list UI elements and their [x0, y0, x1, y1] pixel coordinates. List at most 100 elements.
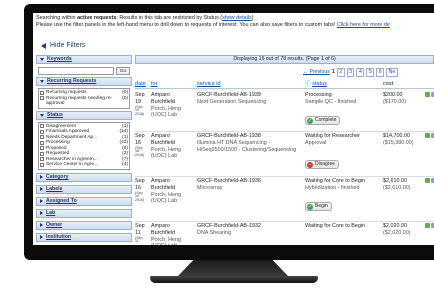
table-row: Sep 16 (Sep 16 2016) Amparo Burchfield Porch, H… — [135, 178, 434, 218]
date-month: Sep — [135, 223, 145, 229]
edit-icon[interactable] — [425, 92, 430, 97]
row-tools — [425, 133, 434, 138]
next-page-link[interactable]: Ne — [386, 68, 398, 77]
row-divider — [135, 131, 434, 132]
pagination: ← Previous 1 2 3 4 5 6 Ne — [303, 68, 398, 77]
checkbox[interactable] — [40, 124, 44, 129]
checkbox[interactable] — [40, 151, 44, 156]
show-details-link[interactable]: show details — [222, 15, 252, 21]
service-id[interactable]: GRCF-Burchfield-AB-1938 — [197, 133, 305, 140]
notice-prefix: Searching within — [36, 15, 78, 21]
page-link[interactable]: 5 — [366, 68, 375, 77]
date-cell: Sep 16 (Sep 16 2016) — [135, 133, 151, 158]
panel-title: Owner — [46, 221, 63, 228]
table-row: Sep 19 (Sep 19 2016) Amparo Burchfield Porch, H… — [135, 92, 434, 132]
date-cell: Sep 11 (Sep 11 — [135, 223, 151, 244]
notice-middle: : Results in this tab are restricted by … — [116, 15, 223, 21]
panel-status-title: Status — [47, 111, 63, 118]
checkbox[interactable] — [40, 96, 44, 101]
checkbox[interactable] — [40, 90, 44, 95]
service-description: Next Generation Sequencing — [197, 98, 267, 105]
column-status-wrap[interactable]: ⓘ status — [305, 81, 327, 88]
status-detail: Sample QC - finished — [305, 98, 357, 105]
panel-recurring[interactable]: Recurring Requests — [36, 77, 132, 86]
monitor-stand-neck — [178, 260, 288, 276]
page-link[interactable]: 1 — [332, 69, 335, 76]
filter-sidebar: Keywords Go Recurring Requests Recurring… — [36, 55, 132, 245]
notice-suffix: ) — [251, 15, 254, 21]
lab-name: Porch, Heng — [151, 105, 181, 112]
complete-button[interactable]: ✓ Complete — [305, 116, 341, 125]
action-label: Begin — [315, 203, 328, 210]
column-service-id[interactable]: service id — [197, 81, 221, 88]
keyword-search-input[interactable] — [38, 67, 114, 75]
edit-icon[interactable] — [425, 133, 430, 138]
go-button[interactable]: Go — [116, 67, 130, 75]
lab-name: Porch, Heng — [151, 236, 181, 243]
panel-assigned-to[interactable]: Assigned To — [36, 196, 132, 206]
date-cell: Sep 19 (Sep 19 2016) — [135, 92, 151, 117]
service-cell: GRCF-Burchfield-AB-1939 Next Generation S… — [197, 92, 305, 106]
previous-page-link[interactable]: ← Previous — [303, 69, 330, 76]
results-summary: Displaying 16 out of 78 results. (Page 1… — [135, 55, 434, 64]
chevron-right-icon — [40, 235, 43, 240]
service-cell: GRCF-Burchfield-AB-1938 Illumina HT DNA S… — [197, 133, 305, 153]
panel-labels[interactable]: Labels — [36, 184, 132, 194]
filter-option[interactable]: Recurring requests needing re-approval (0… — [40, 96, 128, 107]
checkbox[interactable] — [40, 129, 44, 134]
checkbox[interactable] — [40, 135, 44, 140]
panel-status[interactable]: Status — [36, 110, 132, 120]
cost-original: ($2,610.00) — [383, 184, 411, 191]
for-cell: AmparoBurchfieldPorch, Heng(UOC) Lab — [151, 92, 195, 119]
panel-title: Lab — [46, 209, 56, 216]
monitor-scene: Searching within active requests: Result… — [0, 0, 434, 292]
cost-original: ($15,380.00) — [383, 139, 414, 146]
column-date[interactable]: date — [135, 81, 146, 88]
checkbox[interactable] — [40, 157, 44, 162]
column-status: status — [312, 81, 328, 87]
date-month: Sep — [135, 92, 145, 98]
panel-lab[interactable]: Lab — [36, 208, 132, 218]
notice-line2: Please use the filter panels in the left… — [36, 21, 337, 28]
action-label: Disagree — [315, 161, 336, 168]
search-notice: Searching within active requests: Result… — [36, 15, 432, 29]
filter-option-count: (0) — [122, 95, 128, 101]
column-for[interactable]: for — [151, 81, 158, 88]
requester-first-name: Amparo — [151, 92, 170, 98]
page-link[interactable]: 2 — [336, 68, 345, 77]
requester-first-name: Amparo — [151, 223, 170, 229]
panel-institution[interactable]: Institution — [36, 232, 132, 242]
check-icon: ✓ — [307, 117, 313, 124]
checkbox[interactable] — [40, 140, 44, 145]
panel-category[interactable]: Category — [36, 172, 132, 182]
requester-last-name: Burchfield — [151, 229, 175, 236]
help-icon: ⓘ — [305, 81, 311, 87]
more-details-link[interactable]: Click here for more de — [337, 22, 390, 28]
hide-filters-toggle[interactable]: Hide Filters — [41, 42, 85, 51]
checkbox[interactable] — [40, 162, 44, 167]
page-link[interactable]: 4 — [356, 68, 365, 77]
status-text: Waiting for Core to Begin — [305, 223, 366, 229]
service-id[interactable]: GRCF-Burchfield-AB-1936 — [197, 178, 305, 185]
page-link[interactable]: 6 — [376, 68, 385, 77]
table-header: date for service id ⓘ status cost — [135, 81, 434, 89]
panel-keywords[interactable]: Keywords — [36, 55, 132, 64]
date-year: 2016) — [135, 198, 145, 203]
panel-owner[interactable]: Owner — [36, 220, 132, 230]
row-tools — [425, 178, 434, 183]
edit-icon[interactable] — [425, 223, 430, 228]
edit-icon[interactable] — [425, 178, 430, 183]
lab-name: Porch, Heng — [151, 191, 181, 198]
begin-button[interactable]: ✓ Begin — [305, 202, 332, 211]
checkbox[interactable] — [40, 146, 44, 151]
row-tools — [425, 223, 434, 228]
chevron-right-icon — [40, 223, 43, 228]
requester-last-name: Burchfield — [151, 98, 175, 105]
table-row: Sep 16 (Sep 16 2016) Amparo Burchfield Porch, H… — [135, 133, 434, 173]
service-id[interactable]: GRCF-Burchfield-AB-1939 — [197, 92, 305, 99]
filter-option[interactable]: Service Center in Agre... (4) — [40, 162, 128, 168]
cost-original: ($170.00) — [383, 98, 407, 105]
disagree-button[interactable]: – Disagree — [305, 160, 340, 169]
service-id[interactable]: GRCF-Burchfield-AB-1932 — [197, 223, 305, 230]
page-link[interactable]: 3 — [346, 68, 355, 77]
